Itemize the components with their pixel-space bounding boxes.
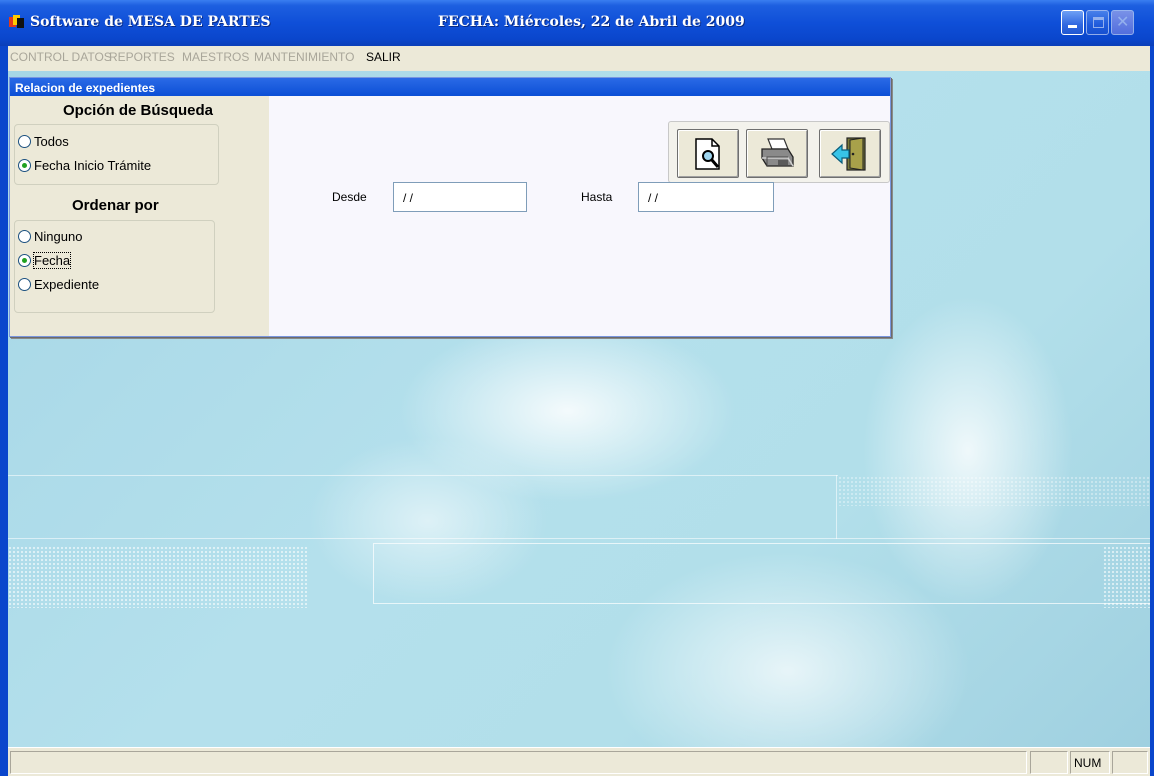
- status-num-indicator: NUM: [1070, 751, 1110, 774]
- radio-circle: [18, 135, 31, 148]
- minimize-icon: [1068, 25, 1077, 28]
- preview-button[interactable]: [677, 129, 739, 178]
- radio-todos[interactable]: Todos: [18, 134, 69, 149]
- menu-mantenimiento[interactable]: MANTENIMIENTO: [254, 50, 354, 64]
- close-button[interactable]: ✕: [1111, 10, 1134, 35]
- radio-circle-checked: [18, 254, 31, 267]
- hasta-label: Hasta: [581, 190, 613, 204]
- radio-circle: [18, 230, 31, 243]
- status-message-pane: [10, 751, 1027, 774]
- radio-label: Fecha: [32, 252, 72, 269]
- order-by-heading: Ordenar por: [72, 197, 159, 214]
- radio-label: Todos: [34, 134, 69, 149]
- background-frame: [373, 543, 1150, 604]
- status-bar: NUM: [8, 747, 1150, 776]
- radio-fecha-inicio-tramite[interactable]: Fecha Inicio Trámite: [18, 158, 151, 173]
- maximize-button[interactable]: [1086, 10, 1109, 35]
- search-option-heading: Opción de Búsqueda: [63, 102, 214, 119]
- background-dots: [8, 546, 308, 608]
- date-caption: FECHA: Miércoles, 22 de Abril de 2009: [438, 14, 745, 30]
- radio-circle: [18, 278, 31, 291]
- background-line: [8, 538, 1150, 539]
- hasta-date-input[interactable]: / /: [638, 182, 774, 212]
- status-caps-pane: [1030, 751, 1068, 774]
- radio-fecha[interactable]: Fecha: [18, 252, 72, 269]
- radio-label: Fecha Inicio Trámite: [34, 158, 152, 173]
- menu-bar: CONTROL DATOS REPORTES MAESTROS MANTENIM…: [8, 46, 1154, 71]
- print-preview-icon: [695, 137, 720, 170]
- menu-salir[interactable]: SALIR: [366, 50, 401, 64]
- action-toolbar: [668, 121, 890, 183]
- options-panel: Opción de Búsqueda Todos Fecha Inicio Tr…: [10, 96, 269, 336]
- radio-label: Expediente: [34, 277, 100, 292]
- minimize-button[interactable]: [1061, 10, 1084, 35]
- printer-icon: [761, 137, 794, 167]
- app-icon: [9, 15, 24, 28]
- radio-circle-checked: [18, 159, 31, 172]
- desde-date-input[interactable]: / /: [393, 182, 527, 212]
- exit-button[interactable]: [819, 129, 881, 178]
- menu-control-datos[interactable]: CONTROL DATOS: [10, 50, 112, 64]
- radio-expediente[interactable]: Expediente: [18, 277, 99, 292]
- exit-door-icon: [831, 136, 866, 171]
- menu-reportes[interactable]: REPORTES: [109, 50, 175, 64]
- desde-label: Desde: [332, 190, 367, 204]
- background-line: [8, 475, 838, 476]
- criteria-panel: Desde / / Hasta / /: [269, 96, 890, 336]
- background-dots: [838, 476, 1150, 506]
- dialog-title: Relacion de expedientes: [10, 78, 890, 96]
- close-icon: ✕: [1116, 12, 1130, 31]
- window-border-right: [1150, 46, 1154, 776]
- print-button[interactable]: [746, 129, 808, 178]
- report-dialog: Relacion de expedientes Opción de Búsque…: [9, 77, 891, 337]
- window-border-left: [0, 46, 8, 776]
- window-title: Software de MESA DE PARTES: [30, 14, 271, 30]
- radio-ninguno[interactable]: Ninguno: [18, 229, 82, 244]
- title-bar: Software de MESA DE PARTES FECHA: Miérco…: [0, 0, 1154, 46]
- maximize-icon: [1093, 17, 1104, 28]
- background-dots: [1103, 546, 1150, 608]
- status-scroll-pane: [1112, 751, 1148, 774]
- background-line: [836, 475, 837, 539]
- menu-maestros[interactable]: MAESTROS: [182, 50, 249, 64]
- radio-label: Ninguno: [34, 229, 83, 244]
